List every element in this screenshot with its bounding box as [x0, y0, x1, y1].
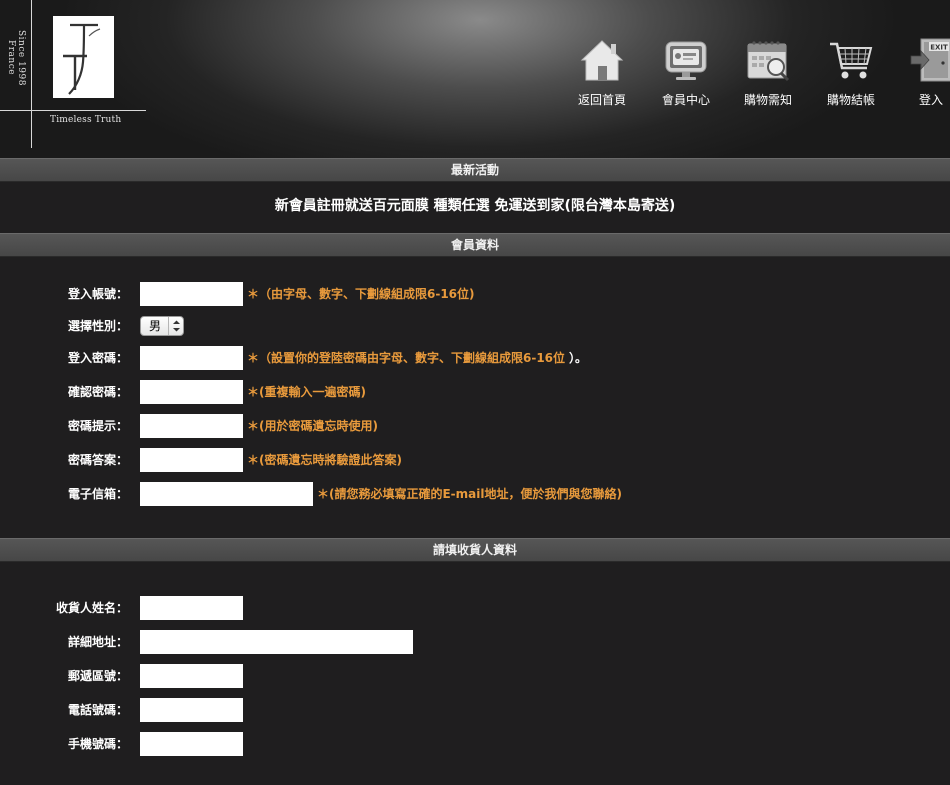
member-card-icon [665, 41, 707, 80]
mobile-input[interactable] [140, 732, 243, 756]
shopping-cart-icon [830, 42, 873, 79]
form-row-recipient-name: 收貨人姓名： [0, 596, 950, 620]
confirm-password-hint: ＊(重複輸入一遍密碼) [247, 385, 366, 399]
phone-input[interactable] [140, 698, 243, 722]
password-reminder-label: 密碼提示： [67, 419, 128, 433]
nav-checkout[interactable]: 購物結帳 [816, 36, 886, 108]
account-label: 登入帳號： [67, 287, 128, 301]
password-hint: ＊（設置你的登陸密碼由字母、數字、下劃線組成限6-16位）。 [247, 346, 587, 370]
form-row-confirm-password: 確認密碼： ＊(重複輸入一遍密碼) [0, 380, 950, 404]
logo-tagline: Timeless Truth [50, 115, 122, 125]
password-input[interactable] [140, 346, 243, 370]
home-icon [580, 40, 624, 81]
nav-login-label: 登入 [918, 93, 943, 107]
address-input[interactable] [140, 630, 413, 654]
site-header: Since 1998 France Timeless Truth 返回首頁 會員… [0, 0, 950, 158]
confirm-password-label: 確認密碼： [67, 385, 128, 399]
email-label: 電子信箱： [67, 487, 128, 501]
nav-login[interactable]: EXIT 登入 [896, 36, 950, 108]
nav-home[interactable]: 返回首頁 [567, 36, 637, 108]
exit-door-icon: EXIT [910, 38, 950, 82]
form-row-zip: 郵遞區號： [0, 664, 950, 688]
section-bar-news: 最新活動 [0, 158, 950, 182]
gender-select-value: 男 [149, 319, 162, 333]
form-row-password-reminder: 密碼提示： ＊(用於密碼遺忘時使用) [0, 414, 950, 438]
password-hint-text: ＊（設置你的登陸密碼由字母、數字、下劃線組成限6-16位 [247, 351, 566, 365]
form-row-password-answer: 密碼答案： ＊(密碼遺忘時將驗證此答案) [0, 448, 950, 472]
mobile-label: 手機號碼： [67, 737, 128, 751]
calendar-search-icon [747, 41, 790, 82]
confirm-password-input[interactable] [140, 380, 243, 404]
account-hint: ＊（由字母、數字、下劃線組成限6-16位) [247, 287, 475, 301]
section-bar-member: 會員資料 [0, 233, 950, 257]
phone-label: 電話號碼： [67, 703, 128, 717]
nav-member-center[interactable]: 會員中心 [651, 36, 721, 108]
email-hint: ＊(請您務必填寫正確的E-mail地址，便於我們與您聯絡) [317, 487, 622, 501]
nav-home-label: 返回首頁 [577, 93, 626, 107]
gender-select[interactable]: 男 [140, 316, 184, 336]
form-row-phone: 電話號碼： [0, 698, 950, 722]
gender-label: 選擇性別： [67, 319, 128, 333]
form-row-address: 詳細地址： [0, 630, 950, 654]
address-label: 詳細地址： [67, 635, 128, 649]
form-row-mobile: 手機號碼： [0, 732, 950, 756]
nav-shopping-info-label: 購物需知 [743, 93, 792, 107]
password-answer-label: 密碼答案： [67, 453, 128, 467]
svg-text:EXIT: EXIT [930, 44, 948, 52]
recipient-name-label: 收貨人姓名： [55, 601, 128, 615]
password-hint-tail: ）。 [569, 351, 588, 365]
password-answer-input[interactable] [140, 448, 243, 472]
zip-input[interactable] [140, 664, 243, 688]
recipient-name-input[interactable] [140, 596, 243, 620]
main-nav: 返回首頁 會員中心 購物需知 購物結帳 EXIT 登入 [0, 36, 950, 116]
password-label: 登入密碼： [67, 351, 128, 365]
promo-text: 新會員註冊就送百元面膜 種類任選 免運送到家(限台灣本島寄送) [274, 198, 676, 214]
email-input[interactable] [140, 482, 313, 506]
zip-label: 郵遞區號： [67, 669, 128, 683]
section-bar-recipient: 請填收貨人資料 [0, 538, 950, 562]
form-row-password: 登入密碼： ＊（設置你的登陸密碼由字母、數字、下劃線組成限6-16位）。 [0, 346, 950, 370]
password-reminder-input[interactable] [140, 414, 243, 438]
account-input[interactable] [140, 282, 243, 306]
nav-member-label: 會員中心 [661, 93, 710, 107]
password-answer-hint: ＊(密碼遺忘時將驗證此答案) [247, 453, 402, 467]
nav-shopping-info[interactable]: 購物需知 [733, 36, 803, 108]
password-reminder-hint: ＊(用於密碼遺忘時使用) [247, 419, 378, 433]
form-row-email: 電子信箱： ＊(請您務必填寫正確的E-mail地址，便於我們與您聯絡) [0, 482, 950, 506]
select-arrows-icon [168, 317, 183, 335]
form-row-account: 登入帳號： ＊（由字母、數字、下劃線組成限6-16位) [0, 282, 950, 306]
form-row-gender: 選擇性別： 男 [0, 314, 950, 338]
nav-checkout-label: 購物結帳 [826, 93, 875, 107]
